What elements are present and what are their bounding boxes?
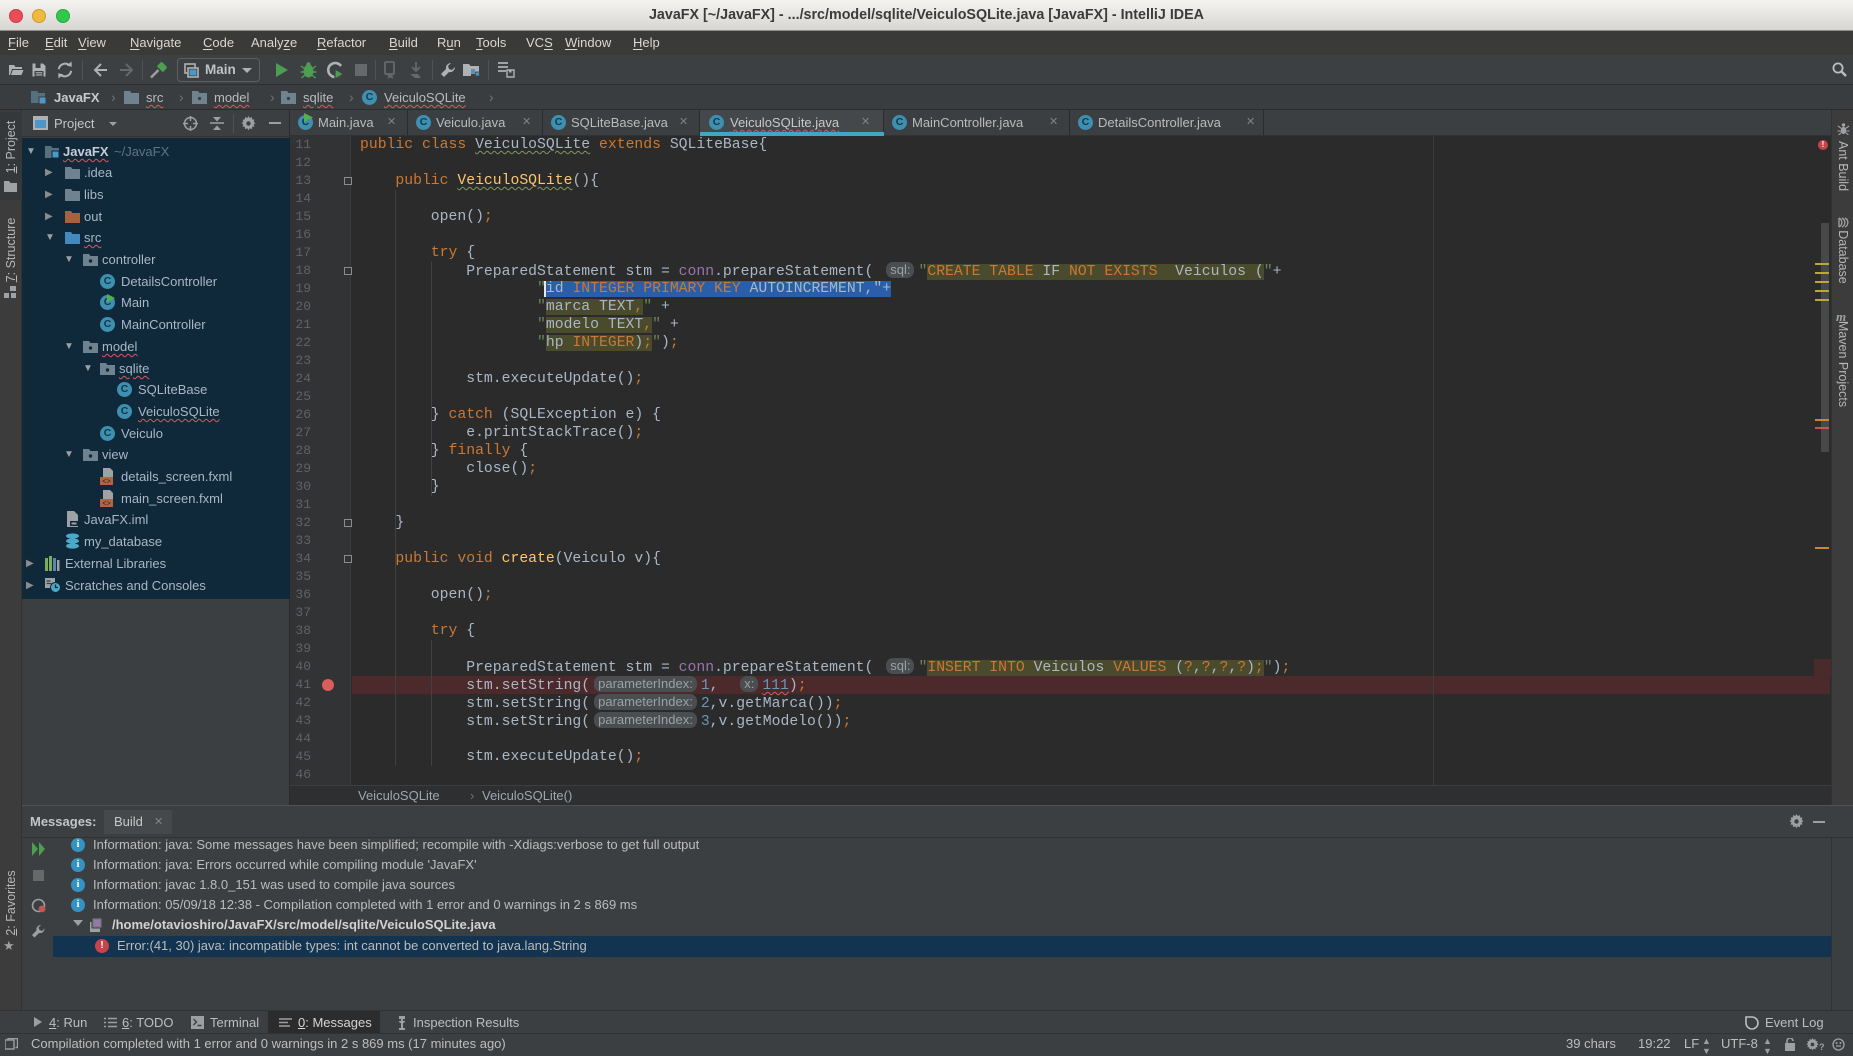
svg-text:<>: <> (102, 501, 110, 508)
svg-text:<>: <> (102, 479, 110, 486)
